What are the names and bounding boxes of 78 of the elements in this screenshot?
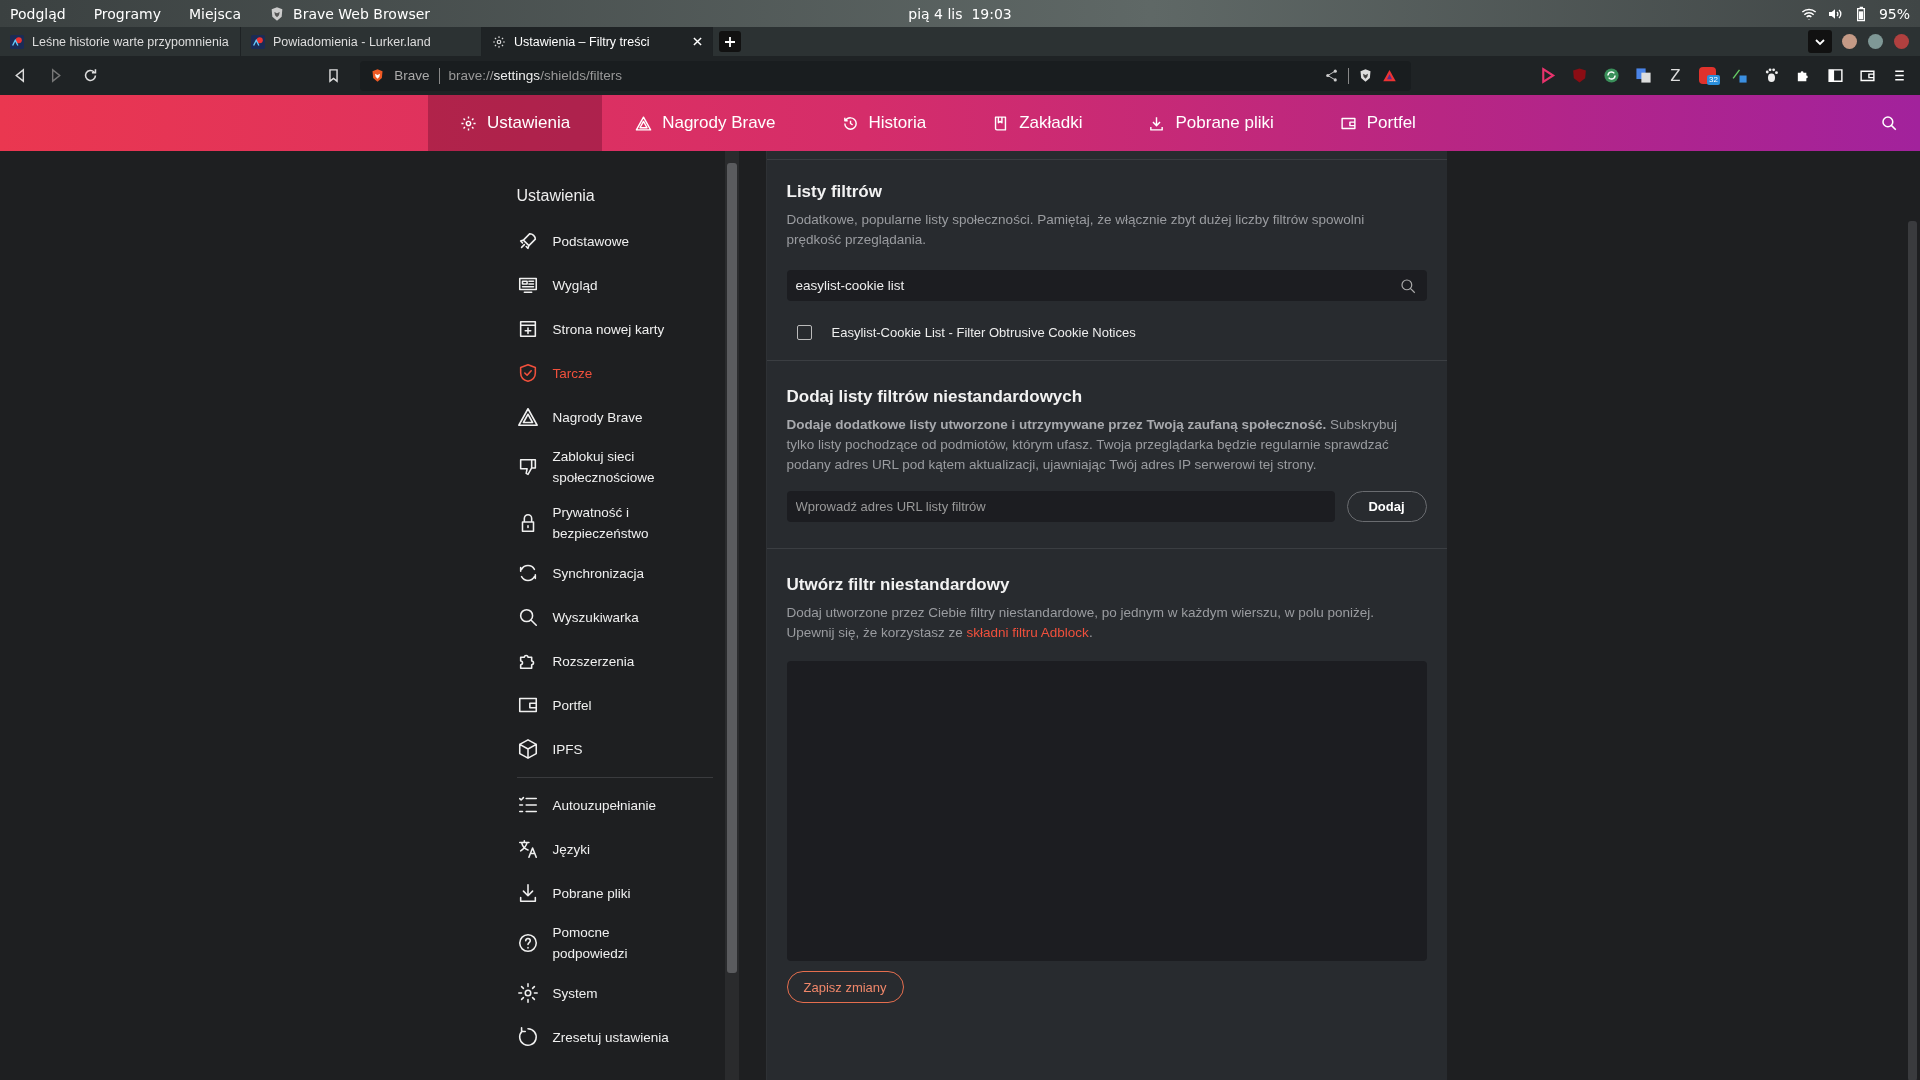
app-name: Brave Web Browser [293,5,431,22]
system-menu[interactable]: Programy [93,5,161,22]
sidebar-item[interactable]: Zresetuj ustawienia [516,1015,713,1059]
sidebar-item[interactable]: Pomocne podpowiedzi [516,915,713,971]
settings-icon [492,34,506,49]
sidebar-item[interactable]: Nagrody Brave [516,395,713,439]
triangle-icon[interactable] [1382,68,1397,83]
paw-icon[interactable] [1763,67,1780,84]
section-heading: Dodaj listy filtrów niestandardowych [786,387,1084,407]
sidebar-item[interactable]: Strona nowej karty [516,307,713,351]
sidebar-icon[interactable] [1827,67,1844,84]
url-input-field[interactable]: Wprowadź adres URL listy filtrów [786,491,1335,522]
search-icon[interactable] [1880,114,1898,132]
nav-tab[interactable]: Pobrane pliki [1115,95,1307,151]
pen-square-icon[interactable] [1731,67,1748,84]
battery-percentage: 95% [1878,5,1910,22]
close-icon[interactable] [693,37,702,46]
checkbox[interactable] [796,325,812,340]
extension-icon[interactable]: Z [1667,66,1684,85]
cube-icon [516,738,539,760]
section-heading: Listy filtrów [786,182,883,202]
download-icon [1148,114,1166,132]
reload-icon[interactable] [82,67,99,84]
section-heading: Utwórz filtr niestandardowy [786,575,1011,595]
sidebar-item[interactable]: Rozszerzenia [516,639,713,683]
section-description: Dodatkowe, popularne listy społeczności. Pamiętaj, że włącznie zbyt dużej liczby filtrów spowolni prędkość przeglądania. [786,211,1366,249]
triangle-icon [516,406,539,428]
search-icon [1398,277,1417,295]
sidebar-item[interactable]: Portfel [516,683,713,727]
share-icon[interactable] [1324,68,1339,83]
sidebar-item[interactable]: Pobrane pliki [516,871,713,915]
sidebar-item[interactable]: Synchronizacja [516,551,713,595]
maximize-button[interactable] [1868,34,1883,49]
site-favicon-icon [251,34,265,49]
sidebar-item[interactable]: System [516,971,713,1015]
sidebar-item[interactable]: Języki [516,827,713,871]
scrollbar[interactable] [724,151,739,1080]
nav-tab[interactable]: Historia [808,95,960,151]
clock[interactable]: pią 4 lis 19:03 [908,5,1012,22]
filter-list-label: Easylist-Cookie List - Filter Obtrusive Cookie Notices [831,325,1136,340]
translate-icon[interactable] [1635,67,1652,84]
new-tab-button[interactable] [719,31,741,52]
syntax-link[interactable]: składni filtru Adblock [966,625,1089,640]
reset-icon [516,1026,539,1048]
triangle-icon [635,114,653,132]
sidebar-item[interactable]: Autouzupełnianie [516,783,713,827]
tab-list-button[interactable] [1808,30,1832,53]
sidebar-item[interactable]: IPFS [516,727,713,771]
nav-tab[interactable]: Nagrody Brave [602,95,809,151]
nav-tab[interactable]: Zakładki [959,95,1116,151]
section-description: Dodaje dodatkowe listy utworzone i utrzymywane przez Twoją zaufaną społeczność. Subskrybuj tylko listy pochodzące od podmiotów, którym ufasz. Twoja przeglądarka będzie regularnie sprawdzać podany adres URL pod kątem aktualizacji, ujawniając Twój adres IP serwerowi tej strony. [786,416,1398,474]
search-field[interactable]: easylist-cookie list [786,270,1427,301]
nav-tab[interactable]: Ustawienia [428,95,603,151]
settings-icon [516,982,539,1004]
address-bar[interactable]: Brave brave://settings/shields/filters [360,60,1411,91]
count-badge: 32 [1707,75,1720,85]
refresh-circle-icon[interactable] [1603,67,1620,84]
sidebar-item[interactable]: Wygląd [516,263,713,307]
sidebar-item[interactable]: Tarcze [516,351,713,395]
browser-tab[interactable]: Ustawienia – Filtry treści [482,27,713,56]
system-menu[interactable]: Podgląd [10,5,66,22]
history-icon [841,114,859,132]
help-icon [516,932,539,954]
minimize-button[interactable] [1842,34,1857,49]
translate-icon [516,838,539,860]
lion-shield-icon[interactable] [1358,68,1373,83]
section-description: Dodaj utworzone przez Ciebie filtry niestandardowe, po jednym w każdym wierszu, w polu poniżej. Upewnij się, że korzystasz ze składni filtru Adblock. [786,604,1376,642]
nav-tab[interactable]: Portfel [1306,95,1449,151]
sidebar-item[interactable]: Wyszukiwarka [516,595,713,639]
sidebar-title: Ustawienia [516,187,596,205]
system-menu[interactable]: Miejsca [189,5,242,22]
play-icon[interactable] [1539,67,1556,84]
site-favicon-icon [10,34,24,49]
sidebar-item[interactable]: Prywatność i bezpieczeństwo [516,495,713,551]
sidebar-item[interactable]: Zablokuj sieci społecznościowe [516,439,713,495]
plus-icon [724,35,736,48]
sidebar-item[interactable]: Podstawowe [516,219,713,263]
settings-icon [460,114,477,132]
